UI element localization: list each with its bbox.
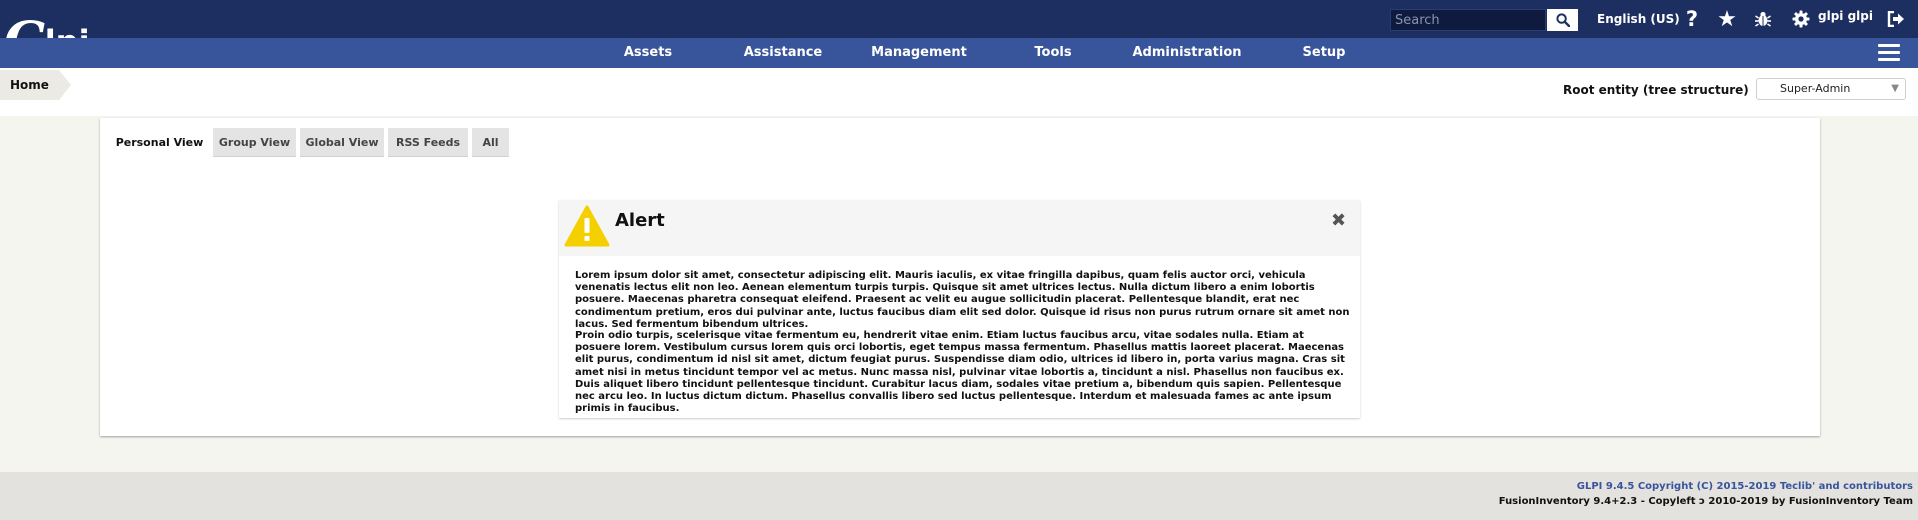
language-selector[interactable]: English (US): [1597, 12, 1680, 26]
alert-header: Alert ✖: [559, 200, 1360, 256]
footer: GLPI 9.4.5 Copyright (C) 2015-2019 Tecli…: [0, 472, 1918, 520]
menu-item-administration[interactable]: Administration: [1128, 38, 1246, 68]
active-entity[interactable]: Root entity (tree structure): [1563, 83, 1749, 97]
footer-fusion-copyleft: FusionInventory 9.4+2.3 - Copyleft ↄ 201…: [1498, 496, 1913, 507]
search-input[interactable]: [1390, 9, 1546, 31]
tab-global-view[interactable]: Global View: [300, 128, 384, 157]
tab-personal-view[interactable]: Personal View: [112, 128, 207, 157]
gear-icon[interactable]: [1790, 8, 1812, 30]
alert-paragraph: Proin odio turpis, scelerisque vitae fer…: [575, 330, 1345, 415]
main-menu: Assets Assistance Management Tools Admin…: [0, 38, 1918, 68]
alert-title: Alert: [615, 210, 665, 231]
tab-all[interactable]: All: [472, 128, 509, 157]
menu-item-assets[interactable]: Assets: [610, 38, 686, 68]
bug-icon[interactable]: [1752, 8, 1774, 30]
user-name-link[interactable]: glpi glpi: [1818, 9, 1873, 23]
alert-box: Alert ✖ Lorem ipsum dolor sit amet, cons…: [559, 200, 1360, 418]
menu-item-management[interactable]: Management: [864, 38, 974, 68]
breadcrumb-home[interactable]: Home: [0, 70, 71, 100]
search-icon: [1555, 13, 1570, 27]
top-bar: Glpi English (US) ? ★: [0, 0, 1918, 65]
search-button[interactable]: [1547, 9, 1578, 31]
hamburger-menu-icon[interactable]: [1878, 44, 1900, 62]
menu-item-assistance[interactable]: Assistance: [735, 38, 831, 68]
menu-item-tools[interactable]: Tools: [1026, 38, 1080, 68]
profile-select-value: Super-Admin: [1780, 82, 1851, 95]
profile-select[interactable]: Super-Admin ▼: [1756, 78, 1906, 100]
help-icon[interactable]: ?: [1681, 7, 1703, 31]
logout-icon[interactable]: [1885, 8, 1907, 30]
tab-rss-feeds[interactable]: RSS Feeds: [388, 128, 468, 157]
star-icon[interactable]: ★: [1716, 7, 1738, 32]
breadcrumb-bar: Home Root entity (tree structure) Super-…: [0, 68, 1918, 116]
warning-icon: [564, 205, 610, 247]
search-form: [1390, 9, 1578, 31]
alert-paragraph: Lorem ipsum dolor sit amet, consectetur …: [575, 270, 1350, 330]
close-icon[interactable]: ✖: [1331, 210, 1346, 232]
footer-glpi-copyright[interactable]: GLPI 9.4.5 Copyright (C) 2015-2019 Tecli…: [1577, 481, 1913, 492]
chevron-down-icon: ▼: [1891, 83, 1899, 94]
tab-group-view[interactable]: Group View: [213, 128, 296, 157]
menu-item-setup[interactable]: Setup: [1296, 38, 1352, 68]
central-panel: Personal View Group View Global View RSS…: [100, 118, 1820, 436]
